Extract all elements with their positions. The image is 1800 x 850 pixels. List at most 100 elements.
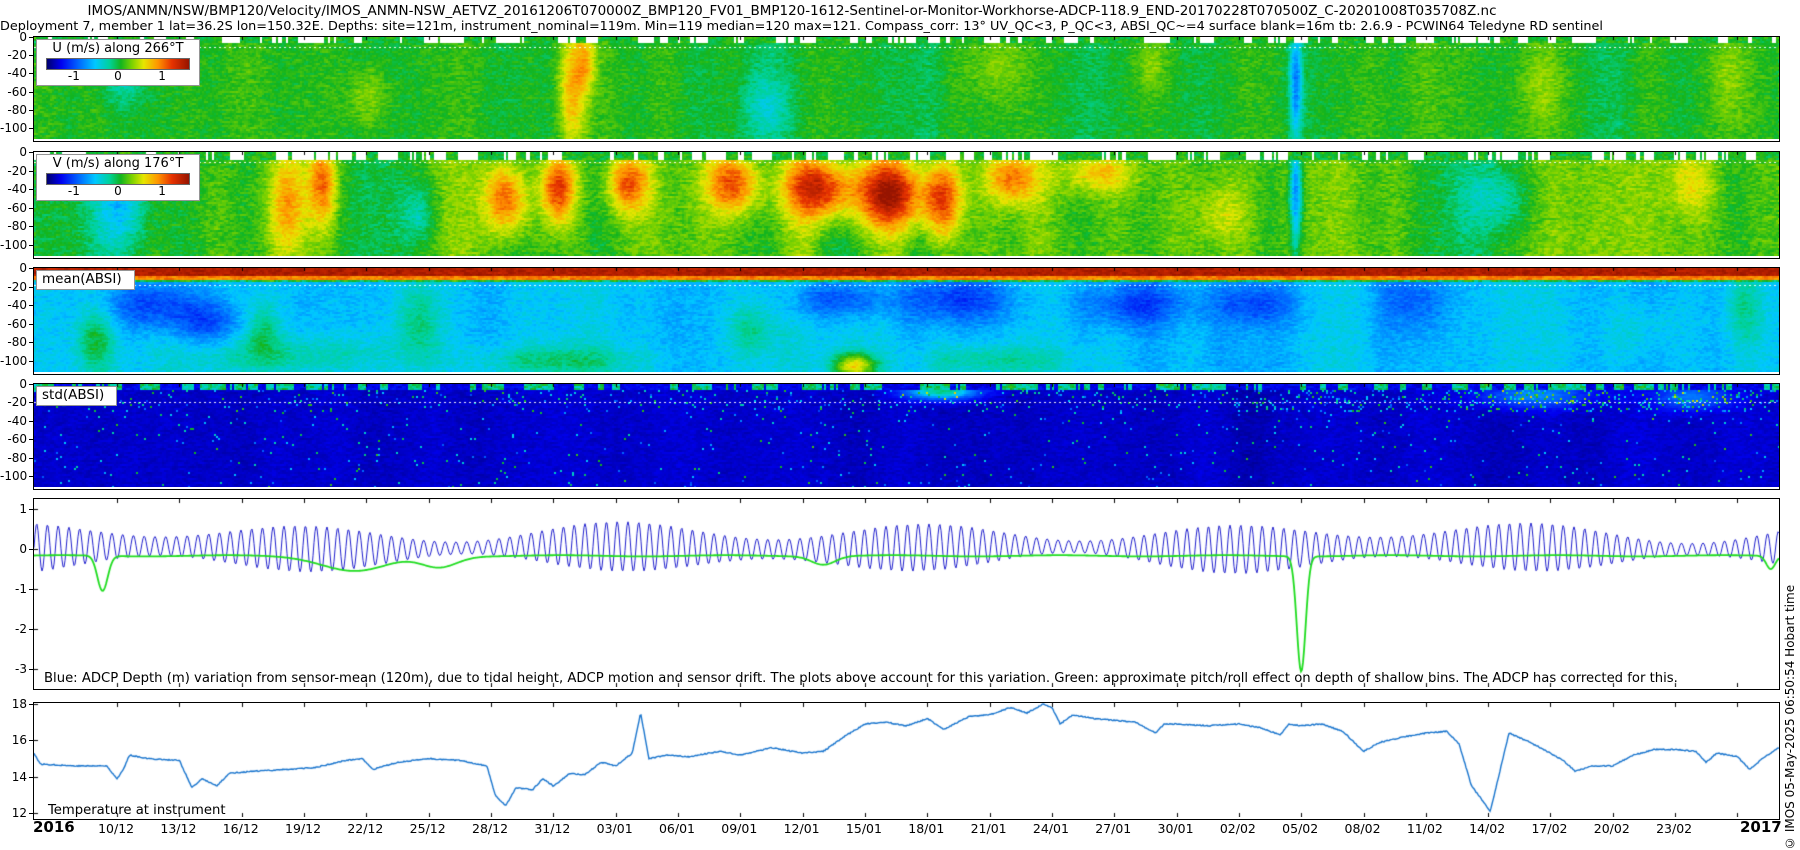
x-axis-date-label: 14/02 xyxy=(1464,821,1510,836)
y-axis-tick-label: -40 xyxy=(0,414,27,428)
y-axis-tick-label: -2 xyxy=(0,622,27,636)
x-axis-date-label: 13/12 xyxy=(155,821,201,836)
y-axis-tick-mark xyxy=(29,92,33,93)
x-axis-date-label: 18/01 xyxy=(903,821,949,836)
y-axis-tick-mark xyxy=(29,268,33,269)
x-axis-date-label: 16/12 xyxy=(218,821,264,836)
x-axis-date-label: 17/02 xyxy=(1526,821,1572,836)
figure-title-filename: IMOS/ANMN/NSW/BMP120/Velocity/IMOS_ANMN-… xyxy=(0,3,1584,19)
y-axis-tick-mark xyxy=(29,402,33,403)
colorbar-tick-minus1: -1 xyxy=(68,184,80,198)
v-legend-label: V (m/s) along 176°T xyxy=(42,156,194,172)
x-axis-date-label: 27/01 xyxy=(1090,821,1136,836)
y-axis-tick-label: 0 xyxy=(0,145,27,159)
u-legend-label: U (m/s) along 266°T xyxy=(42,41,194,57)
y-axis-tick-mark xyxy=(29,324,33,325)
y-axis-tick-mark xyxy=(29,152,33,153)
y-axis-tick-label: 0 xyxy=(0,377,27,391)
depth-variation-lineplot xyxy=(34,499,1779,687)
x-axis-date-label: 06/01 xyxy=(654,821,700,836)
figure-subtitle-deployment-info: Deployment 7, member 1 lat=36.2S lon=150… xyxy=(0,19,1576,34)
y-axis-tick-mark xyxy=(29,777,33,778)
y-axis-tick-mark xyxy=(29,110,33,111)
y-axis-tick-label: 14 xyxy=(0,770,27,784)
x-axis-date-label: 31/12 xyxy=(529,821,575,836)
y-axis-tick-label: -100 xyxy=(0,121,27,135)
panel-temperature: Temperature at instrument xyxy=(33,702,1780,820)
x-axis-date-label: 03/01 xyxy=(592,821,638,836)
x-axis-date-label: 15/01 xyxy=(841,821,887,836)
colorbar-tick-zero: 0 xyxy=(114,184,122,198)
y-axis-tick-label: -100 xyxy=(0,238,27,252)
y-axis-tick-mark xyxy=(29,37,33,38)
x-axis-date-label: 21/01 xyxy=(966,821,1012,836)
y-axis-tick-mark xyxy=(29,55,33,56)
y-axis-tick-mark xyxy=(29,226,33,227)
y-axis-tick-mark xyxy=(29,73,33,74)
y-axis-tick-mark xyxy=(29,704,33,705)
x-axis-date-label: 22/12 xyxy=(342,821,388,836)
y-axis-tick-mark xyxy=(29,458,33,459)
x-axis-date-label: 02/02 xyxy=(1215,821,1261,836)
v-velocity-heatmap xyxy=(34,152,1779,256)
panel-mean-absi: mean(ABSI) xyxy=(33,267,1780,375)
x-axis-date-label: 12/01 xyxy=(779,821,825,836)
panel-v-velocity: V (m/s) along 176°T -1 0 1 xyxy=(33,151,1780,259)
y-axis-tick-mark xyxy=(29,476,33,477)
mean-absi-label: mean(ABSI) xyxy=(36,270,135,290)
y-axis-tick-mark xyxy=(29,421,33,422)
imos-attribution-timestamp: © IMOS 05-May-2025 06:50:54 Hobart time xyxy=(1783,466,1797,850)
x-axis-date-label: 28/12 xyxy=(467,821,513,836)
y-axis-tick-label: 0 xyxy=(0,542,27,556)
y-axis-tick-mark xyxy=(29,589,33,590)
y-axis-tick-mark xyxy=(29,305,33,306)
y-axis-tick-label: -40 xyxy=(0,66,27,80)
x-axis-date-label: 24/01 xyxy=(1028,821,1074,836)
colorbar-tick-plus1: 1 xyxy=(158,184,166,198)
y-axis-tick-label: 0 xyxy=(0,261,27,275)
y-axis-tick-label: -80 xyxy=(0,103,27,117)
y-axis-tick-label: 12 xyxy=(0,806,27,820)
y-axis-tick-mark xyxy=(29,509,33,510)
y-axis-tick-mark xyxy=(29,342,33,343)
x-axis-date-label: 19/12 xyxy=(280,821,326,836)
y-axis-tick-mark xyxy=(29,669,33,670)
mean-absi-heatmap xyxy=(34,268,1779,372)
y-axis-tick-label: -80 xyxy=(0,219,27,233)
x-axis-date-label: 11/02 xyxy=(1402,821,1448,836)
x-axis-year-end: 2017 xyxy=(1740,818,1782,836)
y-axis-tick-label: -60 xyxy=(0,432,27,446)
colorbar-tick-minus1: -1 xyxy=(68,69,80,83)
y-axis-tick-label: 1 xyxy=(0,502,27,516)
v-colorbar-tick-labels: -1 0 1 xyxy=(42,185,194,198)
x-axis-date-label: 08/02 xyxy=(1340,821,1386,836)
y-axis-tick-mark xyxy=(29,171,33,172)
y-axis-tick-mark xyxy=(29,813,33,814)
y-axis-tick-mark xyxy=(29,245,33,246)
std-absi-heatmap xyxy=(34,384,1779,487)
y-axis-tick-label: -20 xyxy=(0,395,27,409)
y-axis-tick-label: 18 xyxy=(0,697,27,711)
y-axis-tick-label: -80 xyxy=(0,451,27,465)
y-axis-tick-mark xyxy=(29,361,33,362)
y-axis-tick-label: -20 xyxy=(0,164,27,178)
x-axis-year-start: 2016 xyxy=(33,818,75,836)
x-axis-date-label: 20/02 xyxy=(1589,821,1635,836)
temperature-lineplot xyxy=(34,703,1779,817)
adcp-deployment-summary-figure: IMOS/ANMN/NSW/BMP120/Velocity/IMOS_ANMN-… xyxy=(0,0,1800,850)
y-axis-tick-label: 16 xyxy=(0,733,27,747)
y-axis-tick-mark xyxy=(29,208,33,209)
y-axis-tick-label: -60 xyxy=(0,317,27,331)
y-axis-tick-label: -20 xyxy=(0,280,27,294)
panel-std-absi: std(ABSI) xyxy=(33,383,1780,490)
x-axis-date-label: 30/01 xyxy=(1153,821,1199,836)
y-axis-tick-mark xyxy=(29,629,33,630)
colorbar-tick-zero: 0 xyxy=(114,69,122,83)
y-axis-tick-label: -40 xyxy=(0,182,27,196)
y-axis-tick-mark xyxy=(29,189,33,190)
panel-depth-variation: Blue: ADCP Depth (m) variation from sens… xyxy=(33,498,1780,690)
std-absi-label: std(ABSI) xyxy=(36,386,117,406)
y-axis-tick-label: -100 xyxy=(0,354,27,368)
y-axis-tick-label: -20 xyxy=(0,48,27,62)
y-axis-tick-label: -3 xyxy=(0,662,27,676)
